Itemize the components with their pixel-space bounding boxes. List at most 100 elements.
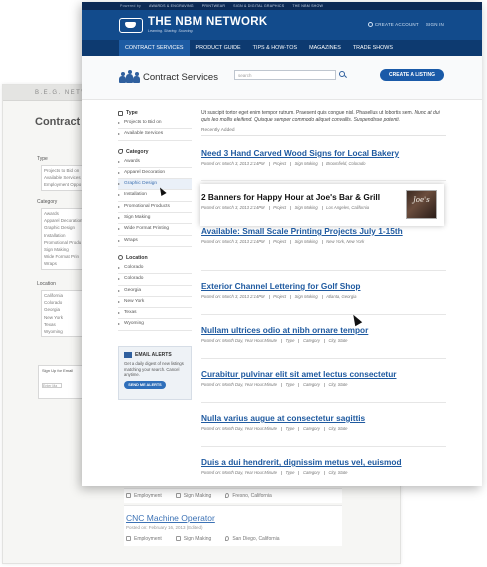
listing-posted: Posted on: March 3, 2013 2:14PM <box>201 294 265 299</box>
bg-category-item[interactable]: Promotional Produ <box>44 239 86 246</box>
bg-listing-meta: Employment Sign Making San Diego, Califo… <box>126 536 340 542</box>
pin-icon <box>225 536 230 542</box>
listing-type: Project <box>273 205 287 210</box>
listing-title[interactable]: Available: Small Scale Printing Projects… <box>201 226 446 236</box>
search-input[interactable]: search <box>234 70 336 80</box>
nav-tips-how-tos[interactable]: TIPS & HOW-TOS <box>247 40 303 56</box>
logo-text: THE NBM NETWORK Learning. Sharing. Sourc… <box>148 16 268 33</box>
filter-category-item[interactable]: Sign Making <box>118 213 192 225</box>
listing-meta: Posted on: Month Day, Year Hour:Minute Ty… <box>201 470 446 475</box>
bg-type-item[interactable]: Available Services <box>44 174 86 181</box>
network-link[interactable]: SIGN & DIGITAL GRAPHICS <box>233 4 284 8</box>
filter-location-item[interactable]: Texas <box>118 308 192 320</box>
listing-type: Project <box>273 161 287 166</box>
bg-location-item[interactable]: New York <box>44 314 86 321</box>
bg-type-item[interactable]: Projects to Bid on <box>44 167 86 174</box>
network-link[interactable]: THE NBM SHOW <box>292 4 323 8</box>
pin-icon <box>225 493 230 499</box>
filter-location-item[interactable]: New York <box>118 297 192 309</box>
type-label: Type <box>126 110 138 116</box>
filter-category-item[interactable]: Apparel Decoration <box>118 168 192 180</box>
bg-meta-location-text: Fresno, California <box>232 493 272 499</box>
listing-type: Project <box>273 294 287 299</box>
bg-meta-type: Employment <box>126 493 162 499</box>
create-listing-button[interactable]: CREATE A LISTING <box>380 69 444 81</box>
listing-item: Curabitur pulvinar elit sit amet lectus … <box>201 369 446 403</box>
listing-meta: Posted on: March 3, 2013 2:14PM Project Si… <box>201 239 446 244</box>
listing-title[interactable]: Duis a dui hendrerit, dignissim metus ve… <box>201 457 446 467</box>
create-account-link[interactable]: CREATE ACCOUNT <box>367 22 419 28</box>
bg-category-item[interactable]: Wraps <box>44 260 86 267</box>
filter-category-item[interactable]: Wraps <box>118 236 192 247</box>
listing-title[interactable]: Exterior Channel Lettering for Golf Shop <box>201 281 446 291</box>
bg-location-item[interactable]: Texas <box>44 321 86 328</box>
bg-type-item[interactable]: Employment Oppo <box>44 181 86 188</box>
listing-type: Type <box>285 338 295 343</box>
logo[interactable]: THE NBM NETWORK Learning. Sharing. Sourc… <box>119 16 268 33</box>
tag-icon <box>118 149 123 155</box>
bg-category-item[interactable]: Sign Making <box>44 246 86 253</box>
network-link[interactable]: PRINTWEAR <box>202 4 225 8</box>
bg-meta-category: Sign Making <box>175 536 211 542</box>
nav-magazines[interactable]: MAGAZINES <box>303 40 347 56</box>
bg-category-item[interactable]: Wide Format Prin <box>44 253 86 260</box>
bg-category-item[interactable]: Apparel Decoration <box>44 217 86 224</box>
listing-location: Broomfield, Colorado <box>326 161 366 166</box>
bg-location-item[interactable]: Colorado <box>44 299 86 306</box>
listings-column: Ut suscipit tortor eget enim tempor rutr… <box>201 100 446 486</box>
nav-trade-shows[interactable]: TRADE SHOWS <box>347 40 399 56</box>
filter-location-item[interactable]: Colorado <box>118 263 192 275</box>
listing-title[interactable]: Nulla varius augue at consectetur sagitt… <box>201 413 446 423</box>
listing-title[interactable]: Nullam ultrices odio at nibh ornare temp… <box>201 325 446 335</box>
filter-location-item[interactable]: Wyoming <box>118 319 192 331</box>
people-icon <box>119 70 141 83</box>
bg-location-item[interactable]: Wyoming <box>44 328 86 335</box>
listing-item: Available: Small Scale Printing Projects… <box>201 226 446 271</box>
bg-location-item[interactable]: California <box>44 292 86 299</box>
listing-meta: Posted on: Month Day, Year Hour:Minute Ty… <box>201 338 446 343</box>
location-icon <box>118 255 123 261</box>
section-header: Contract Services search CREATE A LISTIN… <box>82 56 482 100</box>
signin-link[interactable]: SIGN IN <box>426 22 444 27</box>
bg-category-item[interactable]: Graphic Design <box>44 224 86 231</box>
main-nav: CONTRACT SERVICES PRODUCT GUIDE TIPS & H… <box>82 40 482 56</box>
email-alerts-heading: EMAIL ALERTS <box>124 352 186 358</box>
filter-category-item[interactable]: Wide Format Printing <box>118 224 192 236</box>
network-link[interactable]: AWARDS & ENGRAVING <box>149 4 194 8</box>
filter-category-item[interactable]: Promotional Products <box>118 202 192 214</box>
listing-posted: Posted on: Month Day, Year Hour:Minute <box>201 382 277 387</box>
nav-contract-services[interactable]: CONTRACT SERVICES <box>119 40 190 56</box>
filter-category-item[interactable]: Installation <box>118 190 192 202</box>
email-alerts-body: Get a daily digest of new listings match… <box>124 361 184 378</box>
bg-meta-category: Sign Making <box>175 493 211 499</box>
filter-type-item[interactable]: Available Services <box>118 129 192 141</box>
listing-title[interactable]: Need 3 Hand Carved Wood Signs for Local … <box>201 148 446 158</box>
bg-category-item[interactable]: Installation <box>44 232 86 239</box>
brand-name: THE NBM NETWORK <box>148 16 268 28</box>
tag-icon <box>175 493 181 499</box>
search-icon[interactable] <box>339 71 347 79</box>
screenshot-stage: B.E.G. NETWORK Contract Se Type Projects… <box>0 0 487 567</box>
bg-meta-location: San Diego, California <box>225 536 280 542</box>
filter-location-item[interactable]: Colorado <box>118 274 192 286</box>
listing-title[interactable]: 2 Banners for Happy Hour at Joe's Bar & … <box>201 192 446 202</box>
listing-posted: Posted on: March 3, 2013 2:14PM <box>201 205 265 210</box>
bg-signup-box: Sign Up for Email Enter Ma <box>38 365 86 399</box>
category-heading: Category <box>118 149 192 155</box>
filter-location-item[interactable]: Georgia <box>118 286 192 297</box>
send-alerts-button[interactable]: SEND ME ALERTS <box>124 380 166 389</box>
bg-category-item[interactable]: Awards <box>44 210 86 217</box>
email-alerts-box: EMAIL ALERTS Get a daily digest of new l… <box>118 346 192 400</box>
location-label: Location <box>126 254 148 261</box>
bg-type-label: Type <box>37 156 48 162</box>
filter-category-item-selected[interactable]: Graphic Design <box>118 179 192 191</box>
bg-location-item[interactable]: Georgia <box>44 306 86 313</box>
powered-by-bar: Powered by AWARDS & ENGRAVING PRINTWEAR … <box>82 2 482 10</box>
filter-type-item[interactable]: Projects to Bid on <box>118 118 192 130</box>
bg-signup-input[interactable]: Enter Ma <box>42 383 62 388</box>
filter-category-item[interactable]: Awards <box>118 157 192 168</box>
listing-meta: Posted on: March 3, 2013 2:14PM Project Si… <box>201 205 446 210</box>
listing-title[interactable]: Curabitur pulvinar elit sit amet lectus … <box>201 369 446 379</box>
bg-listing-title[interactable]: CNC Machine Operator <box>126 513 340 523</box>
nav-product-guide[interactable]: PRODUCT GUIDE <box>190 40 247 56</box>
